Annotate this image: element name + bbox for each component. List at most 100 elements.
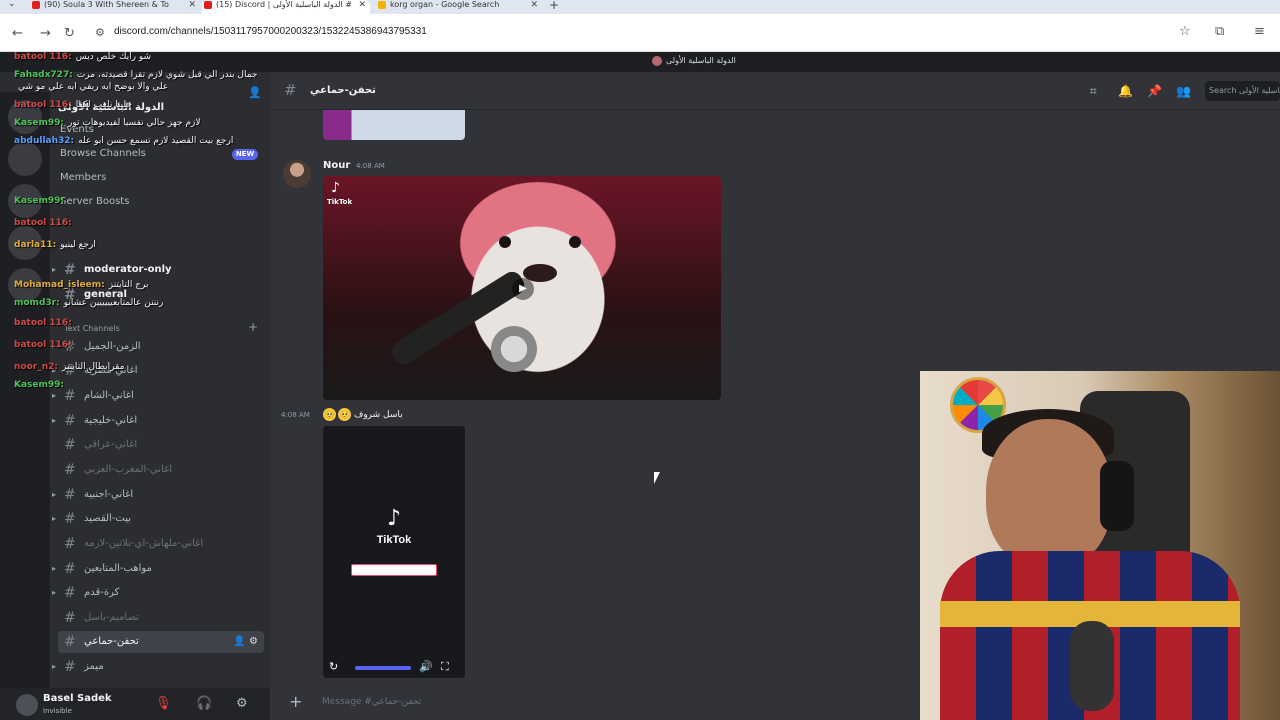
channel-title: تحفن-حماعي — [310, 85, 376, 96]
channel-moderator-only[interactable]: ▸ # moderator-only — [52, 259, 264, 281]
menu-icon[interactable]: ≡ — [1254, 24, 1265, 39]
close-tab-icon[interactable]: ✕ — [530, 0, 538, 10]
user-status: Invisible — [43, 707, 72, 715]
channel-item[interactable]: ▸ # ميمز — [52, 656, 264, 678]
menu-browse-channels[interactable]: Browse Channels — [60, 148, 146, 159]
microphone — [1070, 621, 1114, 711]
tab-title: korg organ - Google Search — [390, 0, 500, 9]
replay-icon[interactable]: ↻ — [329, 660, 338, 673]
server-icon — [652, 56, 662, 66]
message-timestamp: 4:08 AM — [281, 411, 310, 419]
channel-item[interactable]: ▸ # اغاني-اجنبية — [52, 484, 264, 506]
previous-image-attachment[interactable] — [323, 110, 465, 140]
invite-icon[interactable]: 👤 — [248, 86, 262, 99]
youtube-icon — [32, 1, 40, 9]
channel-item[interactable]: # اغاني-ملهاش-اي-تلاتين-لازمة — [58, 533, 264, 555]
menu-events[interactable]: Events — [60, 124, 94, 135]
bookmark-star-icon[interactable]: ☆ — [1179, 24, 1191, 39]
message-input[interactable]: Message #تحفن-حماعي — [322, 697, 421, 707]
tiktok-logo-icon: ♪ — [331, 180, 340, 196]
server-avatar[interactable] — [8, 100, 42, 134]
add-server-icon[interactable] — [8, 226, 42, 260]
threads-icon[interactable]: ⌗ — [1090, 84, 1097, 99]
category-text-channels[interactable]: Text Channels — [64, 324, 120, 333]
avatar[interactable] — [16, 694, 38, 716]
reload-icon[interactable]: ↻ — [64, 26, 75, 41]
explore-icon[interactable] — [8, 268, 42, 302]
channel-item[interactable]: ▸ # كرة-قدم — [52, 582, 264, 604]
mouse-cursor — [654, 472, 660, 484]
member-list-icon[interactable]: 👥 — [1176, 84, 1191, 98]
channel-item[interactable]: # تصاميم-باسل — [58, 607, 264, 629]
avatar[interactable] — [283, 160, 311, 188]
tab-title: (15) Discord | الدولة الباسلية الأولى # — [216, 0, 352, 9]
window-title: الدولة الباسلية الأولى — [666, 56, 736, 65]
user-panel: Basel Sadek Invisible 🎙 🎧 ⚙ — [0, 688, 270, 720]
message-timestamp: 4:08 AM — [356, 162, 385, 170]
browser-tab-3[interactable]: korg organ - Google Search ✕ — [376, 0, 542, 14]
google-icon — [378, 1, 386, 9]
forward-icon[interactable]: → — [40, 26, 51, 41]
search-input[interactable]: Search الدولة الباسلية الأولى — [1205, 81, 1280, 101]
volume-icon[interactable]: 🔊 — [419, 660, 433, 673]
tiktok-video-attachment[interactable]: ♪ TikTok ▶ — [323, 176, 721, 400]
extensions-icon[interactable]: ⧉ — [1215, 24, 1224, 39]
otter-eye — [569, 236, 581, 248]
channel-item[interactable]: ▸ # اغاني-خليجية — [52, 410, 264, 432]
browser-tab-bar: ⌄ (90) Soula 3 With Shereen & To ✕ (15) … — [0, 0, 1280, 14]
message-composer: + Message #تحفن-حماعي — [270, 685, 920, 720]
channel-selected[interactable]: # تحفن-حماعي 👤 ⚙ — [58, 631, 264, 653]
discord-tab-icon — [204, 1, 212, 9]
channel-item[interactable]: ▸ # مواهب-المتابعين — [52, 558, 264, 580]
channel-item[interactable]: # اغاني-عراقي — [58, 434, 264, 456]
mute-mic-icon[interactable]: 🎙 — [155, 696, 172, 711]
headphones-icon[interactable]: 🎧 — [196, 696, 212, 711]
site-info-icon[interactable]: ⚙ — [95, 26, 105, 39]
channel-item[interactable]: ▸ # اغاني-مصرية — [52, 360, 264, 382]
pleading-face-icon: 🥺 — [338, 408, 351, 421]
message-author[interactable]: باسل شروف — [354, 410, 403, 420]
close-tab-icon[interactable]: ✕ — [188, 0, 196, 10]
tiktok-search-box — [351, 564, 437, 576]
video-progress-bar[interactable] — [355, 666, 411, 670]
otter-eye — [499, 236, 511, 248]
new-badge: NEW — [232, 149, 258, 160]
discord-title-bar: الدولة الباسلية الأولى — [0, 52, 1280, 72]
new-tab-button[interactable]: + — [549, 0, 559, 12]
url-field[interactable]: discord.com/channels/1503117957000200323… — [114, 26, 427, 37]
add-attachment-icon[interactable]: + — [289, 692, 302, 711]
server-name[interactable]: الدولة الباسلية الأولى — [58, 102, 164, 113]
headphones — [1100, 461, 1134, 531]
pin-icon[interactable]: 📌 — [1147, 84, 1162, 98]
channel-general[interactable]: # general — [58, 284, 264, 306]
browser-tab-1[interactable]: (90) Soula 3 With Shereen & To ✕ — [30, 0, 200, 14]
channel-settings-icon[interactable]: 👤 ⚙ — [233, 631, 258, 653]
channel-header: # تحفن-حماعي ⌗ 🔔 📌 👥 Search الدولة الباس… — [270, 72, 1280, 110]
hash-icon: # — [284, 81, 297, 99]
webcam-overlay — [920, 371, 1280, 720]
browser-tab-2[interactable]: (15) Discord | الدولة الباسلية الأولى # … — [202, 0, 370, 14]
tiktok-watermark: TikTok — [327, 198, 353, 206]
channel-item[interactable]: ▸ # الزمن-الجميل — [52, 336, 264, 358]
channel-item[interactable]: ▸ # اغاني-الشام — [52, 385, 264, 407]
create-channel-icon[interactable]: + — [248, 320, 258, 334]
channel-item[interactable]: ▸ # بيت-القصيد — [52, 508, 264, 530]
menu-members[interactable]: Members — [60, 172, 106, 183]
fullscreen-icon[interactable]: ⛶ — [441, 660, 449, 674]
play-icon[interactable]: ▶ — [512, 278, 534, 300]
server-list — [0, 92, 50, 707]
server-avatar[interactable] — [8, 184, 42, 218]
menu-server-boosts[interactable]: Server Boosts — [60, 196, 129, 207]
channel-item[interactable]: # اغاني-المغرب-العربي — [58, 459, 264, 481]
tab-list-icon[interactable]: ⌄ — [8, 0, 16, 9]
tiktok-video-attachment[interactable]: ♪ TikTok ↻ 🔊 ⛶ — [323, 426, 465, 678]
username[interactable]: Basel Sadek — [43, 693, 112, 704]
notification-bell-icon[interactable]: 🔔 — [1118, 84, 1133, 98]
message-author[interactable]: Nour — [323, 160, 350, 171]
channel-sidebar: الدولة الباسلية الأولى 👤 Events Browse C… — [0, 72, 270, 720]
server-avatar[interactable] — [8, 142, 42, 176]
user-settings-icon[interactable]: ⚙ — [236, 696, 248, 711]
back-icon[interactable]: ← — [12, 26, 23, 41]
tab-title: (90) Soula 3 With Shereen & To — [44, 0, 169, 9]
close-tab-icon[interactable]: ✕ — [358, 0, 366, 10]
